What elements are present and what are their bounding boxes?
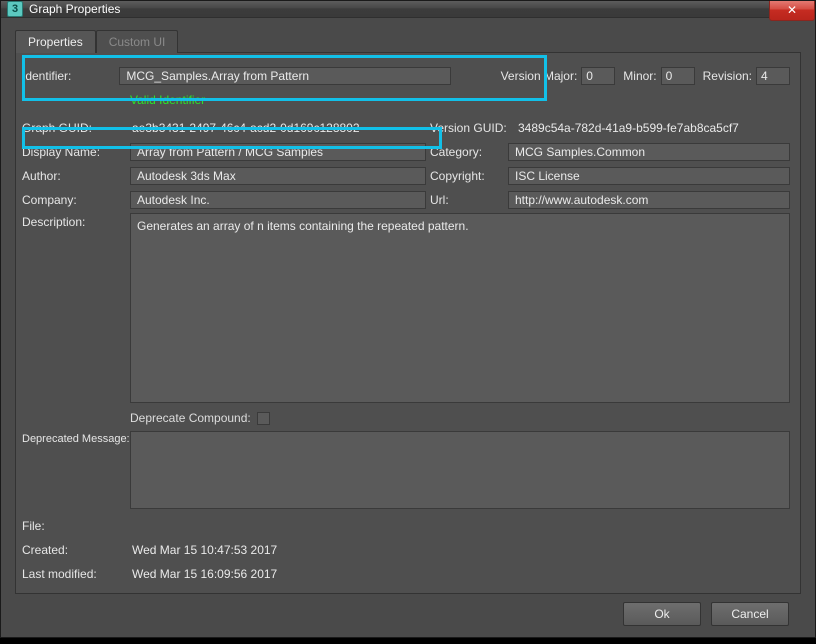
company-input[interactable] (130, 191, 426, 209)
titlebar: 3 Graph Properties ✕ (1, 1, 815, 18)
cancel-button[interactable]: Cancel (711, 602, 789, 626)
deprecate-compound-label: Deprecate Compound: (130, 411, 251, 425)
tab-properties[interactable]: Properties (15, 30, 96, 53)
content-area: Properties Custom UI Identifier: Version… (1, 18, 815, 644)
version-minor-input[interactable] (661, 67, 695, 85)
identifier-input[interactable] (119, 67, 450, 85)
graph-guid-value: ae3b3431-2497-46c4-acd2-0d169c128802 (130, 121, 430, 135)
app-icon: 3 (7, 1, 23, 17)
description-label: Description: (22, 213, 130, 229)
version-minor-label: Minor: (623, 69, 656, 83)
author-input[interactable] (130, 167, 426, 185)
valid-identifier-text: Valid Identifier (130, 93, 205, 107)
company-label: Company: (22, 193, 130, 207)
copyright-input[interactable] (508, 167, 790, 185)
category-label: Category: (430, 145, 504, 159)
url-input[interactable] (508, 191, 790, 209)
properties-panel: Identifier: Version Major: Minor: Revisi… (15, 52, 801, 594)
tab-bar: Properties Custom UI (15, 30, 801, 53)
copyright-label: Copyright: (430, 169, 504, 183)
deprecate-compound-checkbox[interactable] (257, 412, 270, 425)
deprecated-message-textarea[interactable] (130, 431, 790, 509)
created-value: Wed Mar 15 10:47:53 2017 (130, 543, 277, 557)
window-title: Graph Properties (29, 2, 120, 16)
category-input[interactable] (508, 143, 790, 161)
author-label: Author: (22, 169, 130, 183)
created-label: Created: (22, 543, 130, 557)
version-guid-label: Version GUID: (430, 121, 512, 135)
display-name-label: Display Name: (22, 145, 130, 159)
identifier-label: Identifier: (22, 69, 119, 83)
last-modified-value: Wed Mar 15 16:09:56 2017 (130, 567, 277, 581)
deprecated-message-label: Deprecated Message: (22, 431, 130, 445)
last-modified-label: Last modified: (22, 567, 130, 581)
url-label: Url: (430, 193, 504, 207)
version-major-label: Version Major: (501, 69, 578, 83)
graph-guid-label: Graph GUID: (22, 121, 130, 135)
version-revision-input[interactable] (756, 67, 790, 85)
version-revision-label: Revision: (703, 69, 752, 83)
version-guid-value: 3489c54a-782d-41a9-b599-fe7ab8ca5cf7 (516, 121, 739, 135)
version-major-input[interactable] (581, 67, 615, 85)
display-name-input[interactable] (130, 143, 426, 161)
file-label: File: (22, 519, 130, 533)
description-textarea[interactable]: Generates an array of n items containing… (130, 213, 790, 403)
window: 3 Graph Properties ✕ Properties Custom U… (0, 0, 816, 638)
tab-custom-ui[interactable]: Custom UI (96, 30, 179, 53)
ok-button[interactable]: Ok (623, 602, 701, 626)
footer: Ok Cancel (15, 594, 801, 634)
